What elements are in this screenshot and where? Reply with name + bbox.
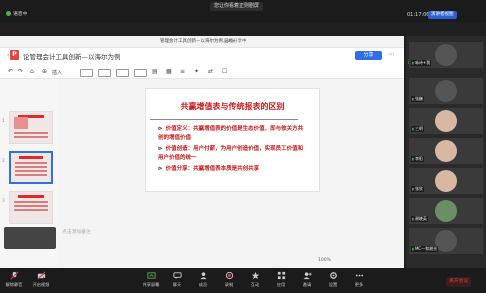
back-chevron-icon[interactable]: ‹ xyxy=(7,52,9,59)
invite-button[interactable]: 邀请 xyxy=(294,271,320,288)
sharing-notice[interactable]: 您让你看着正则剧屏 xyxy=(210,2,264,11)
record-button[interactable]: 录制 xyxy=(216,271,242,288)
doc-toolbar: ↶ ↷ ⌂ ⊕ 插入 ▤ ▦ ≡ ✦ ⇄ ☐ xyxy=(0,66,404,79)
add-slide-icon[interactable]: ⊕ xyxy=(42,68,47,75)
bullet-mark-icon: ⊳ xyxy=(158,146,163,152)
presenter-video-thumbnail xyxy=(4,227,56,249)
leave-meeting-button[interactable]: 离开会议 xyxy=(446,277,472,287)
textbox-icon[interactable] xyxy=(80,69,93,77)
slide-bullet: ⊳ 价值分享：共赢增值表本质是共创共享 xyxy=(158,166,260,172)
video-tile[interactable]: 张欣 xyxy=(409,168,483,194)
video-off-icon xyxy=(37,271,45,280)
ppt-file-icon: P xyxy=(10,50,19,60)
doc-file-name[interactable]: 论管理会计工具创新—以海尔为例 xyxy=(23,51,121,61)
slide-thumbnail-active[interactable] xyxy=(9,151,53,184)
slide-notes-input[interactable]: 点击添加备注 xyxy=(62,228,91,235)
video-tile[interactable]: 咏诗+我 xyxy=(409,42,483,68)
apps-icon xyxy=(277,271,285,280)
settings-icon xyxy=(329,272,337,279)
format-painter-icon[interactable]: ⌂ xyxy=(30,68,34,75)
chat-icon xyxy=(172,272,182,280)
share-button[interactable]: 分享 xyxy=(355,51,382,60)
zoom-level[interactable]: 100% xyxy=(318,258,331,263)
table-icon[interactable] xyxy=(116,69,129,77)
settings-button[interactable]: 设置 xyxy=(320,271,346,288)
more-options-icon[interactable]: ⋯ xyxy=(388,50,395,58)
video-tile[interactable]: 张巍 xyxy=(409,78,483,104)
thumb-number: 3 xyxy=(2,199,5,204)
invite-icon xyxy=(302,272,312,280)
layout-icon[interactable]: ▦ xyxy=(166,68,172,75)
members-button[interactable]: 成员 xyxy=(190,271,216,288)
slide-bullet: ⊳ 价值创造：用户付薪，为用户创造价值，实现员工价值和用户价值的统一 xyxy=(158,146,304,161)
thumb-number: 1 xyxy=(2,119,5,124)
share-screen-icon xyxy=(146,272,156,279)
members-icon xyxy=(199,272,207,280)
align-icon[interactable]: ≡ xyxy=(180,68,185,75)
mic-off-icon xyxy=(10,271,18,280)
meeting-timer: 01:17:06 xyxy=(407,12,430,18)
video-button[interactable]: 开启视频 xyxy=(28,271,54,288)
shape-icon[interactable] xyxy=(98,69,111,77)
audio-status: 语音中 xyxy=(6,10,27,17)
slide-thumbnail-panel[interactable]: 1 2 3 xyxy=(0,79,59,268)
window-state: 已经分享中 xyxy=(224,39,247,44)
mute-button[interactable]: 解除静音 xyxy=(1,271,27,288)
transition-icon[interactable]: ⇄ xyxy=(208,68,213,75)
slide-bullet: ⊳ 价值定义：共赢增值表的价值是生态价值，即与攸关方共创的增值价值 xyxy=(158,126,304,141)
redo-icon[interactable]: ↷ xyxy=(18,68,23,75)
image-icon[interactable] xyxy=(134,69,147,77)
current-slide: 共赢增值表与传统报表的区别 ⊳ 价值定义：共赢增值表的价值是生态价值，即与攸关方共… xyxy=(145,88,320,192)
slide-title: 共赢增值表与传统报表的区别 xyxy=(180,102,285,111)
slide-divider xyxy=(150,119,298,120)
slide-thumbnail[interactable] xyxy=(9,191,53,224)
video-tile[interactable]: 三明 xyxy=(409,108,483,134)
video-tile[interactable]: 谢晓英 xyxy=(409,198,483,224)
view-toggle-button[interactable]: 演讲者视图 xyxy=(428,11,457,19)
apps-button[interactable]: 应用 xyxy=(268,271,294,288)
bullet-mark-icon: ⊳ xyxy=(158,126,163,132)
video-tile[interactable]: MC一和湘光 xyxy=(409,228,483,254)
meeting-top-bar: 语音中 您让你看着正则剧屏 01:17:06 演讲者视图 xyxy=(0,0,486,22)
record-icon xyxy=(225,271,233,280)
interact-button[interactable]: 互动 xyxy=(242,271,268,288)
video-tile[interactable]: 李阳 xyxy=(409,138,483,164)
meeting-bottom-toolbar: 解除静音 开启视频 共享屏幕 聊天 成员 录制 互动 应用 邀请 设置 更多 离… xyxy=(0,268,486,293)
undo-icon[interactable]: ↶ xyxy=(8,68,13,75)
share-screen-button[interactable]: 共享屏幕 xyxy=(138,271,164,288)
comment-icon[interactable]: ☐ xyxy=(222,68,227,75)
participant-video-panel: 正在讲话: 咏诗(...) 咏诗+我 张巍 三明 李阳 张欣 谢晓英 MC一和湘… xyxy=(406,36,486,268)
chart-icon[interactable]: ▤ xyxy=(152,68,158,75)
interact-icon xyxy=(251,271,259,280)
doc-header: P 论管理会计工具创新—以海尔为例 ‹ 分享 ⋯ xyxy=(0,47,404,63)
more-button[interactable]: 更多 xyxy=(346,271,372,288)
more-icon xyxy=(355,274,363,277)
chat-button[interactable]: 聊天 xyxy=(164,271,190,288)
bullet-mark-icon: ⊳ xyxy=(158,166,163,172)
slide-thumbnail[interactable] xyxy=(9,111,53,144)
thumb-number: 2 xyxy=(2,159,5,164)
insert-menu[interactable]: 插入 xyxy=(52,69,62,76)
animation-icon[interactable]: ✦ xyxy=(194,68,199,75)
